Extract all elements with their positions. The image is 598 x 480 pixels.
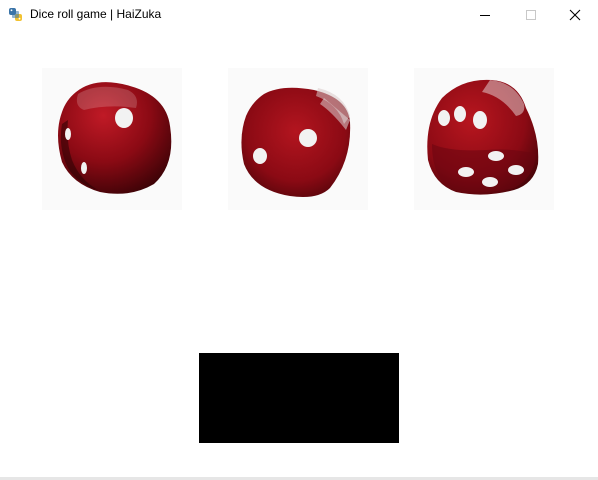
minimize-icon (480, 15, 490, 16)
roll-button-area[interactable] (199, 353, 399, 443)
dice-1-image (38, 64, 186, 214)
minimize-button[interactable] (462, 0, 508, 30)
maximize-icon (526, 10, 536, 20)
window-title: Dice roll game | HaiZuka (30, 7, 162, 21)
close-button[interactable] (552, 0, 598, 30)
dice-2-image (224, 64, 372, 214)
close-icon (569, 9, 581, 21)
maximize-button[interactable] (508, 0, 554, 30)
title-bar[interactable]: Dice roll game | HaiZuka (0, 0, 598, 30)
python-icon (8, 7, 23, 22)
dice-3-image (410, 64, 558, 214)
app-window: Dice roll game | HaiZuka (0, 0, 598, 480)
